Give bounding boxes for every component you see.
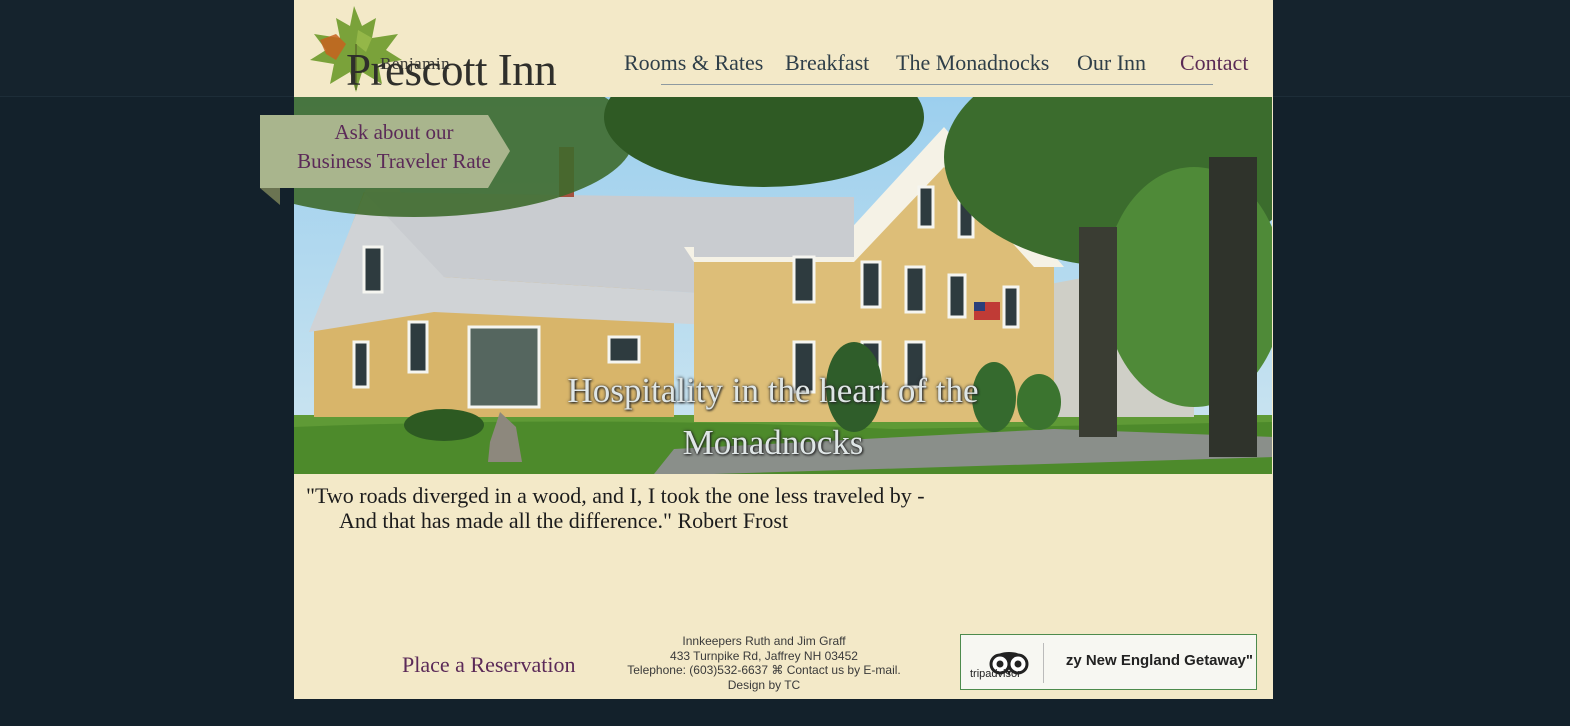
place-reservation-link[interactable]: Place a Reservation — [402, 652, 576, 678]
nav-contact[interactable]: Contact — [1180, 50, 1248, 76]
nav-the-monadnocks[interactable]: The Monadnocks — [896, 50, 1049, 76]
nav-breakfast[interactable]: Breakfast — [785, 50, 869, 76]
nav-our-inn[interactable]: Our Inn — [1077, 50, 1146, 76]
hero-caption: Hospitality in the heart of the Monadnoc… — [567, 371, 979, 462]
quote-line-1: "Two roads diverged in a wood, and I, I … — [306, 483, 925, 508]
quote-line-2: And that has made all the difference." R… — [339, 508, 789, 533]
email-contact-link[interactable]: Contact us by E-mail. — [787, 663, 901, 677]
tripadvisor-wordmark: tripadvisor — [970, 668, 1021, 680]
page: Benjamin Prescott Inn Rooms & Rates Brea… — [294, 0, 1273, 699]
innkeepers-text: Innkeepers Ruth and Jim Graff — [682, 634, 846, 648]
contact-line: Telephone: (603)532-6637 ⌘ Contact us by… — [604, 663, 924, 678]
promo-line-1: Ask about our — [334, 120, 454, 144]
promo-line-2: Business Traveler Rate — [297, 149, 491, 173]
logo-name: Prescott Inn — [346, 45, 557, 95]
site-logo[interactable]: Benjamin Prescott Inn — [306, 4, 561, 96]
tripadvisor-widget[interactable]: tripadvisor zy New England Getaway" — [960, 634, 1257, 690]
promo-ribbon-text[interactable]: Ask about our Business Traveler Rate — [260, 118, 528, 176]
address-text: 433 Turnpike Rd, Jaffrey NH 03452 — [670, 648, 858, 663]
tripadvisor-review-title[interactable]: zy New England Getaway" — [1043, 652, 1253, 669]
command-icon: ⌘ — [771, 663, 784, 677]
frost-quote: "Two roads diverged in a wood, and I, I … — [306, 483, 925, 533]
nav-underline — [661, 84, 1213, 85]
telephone-text: Telephone: (603)532-6637 — [627, 663, 769, 677]
footer-info: Innkeepers Ruth and Jim Graff 433 Turnpi… — [604, 634, 924, 692]
nav-rooms-rates[interactable]: Rooms & Rates — [624, 50, 763, 76]
design-credit: Design by TC — [727, 677, 801, 692]
